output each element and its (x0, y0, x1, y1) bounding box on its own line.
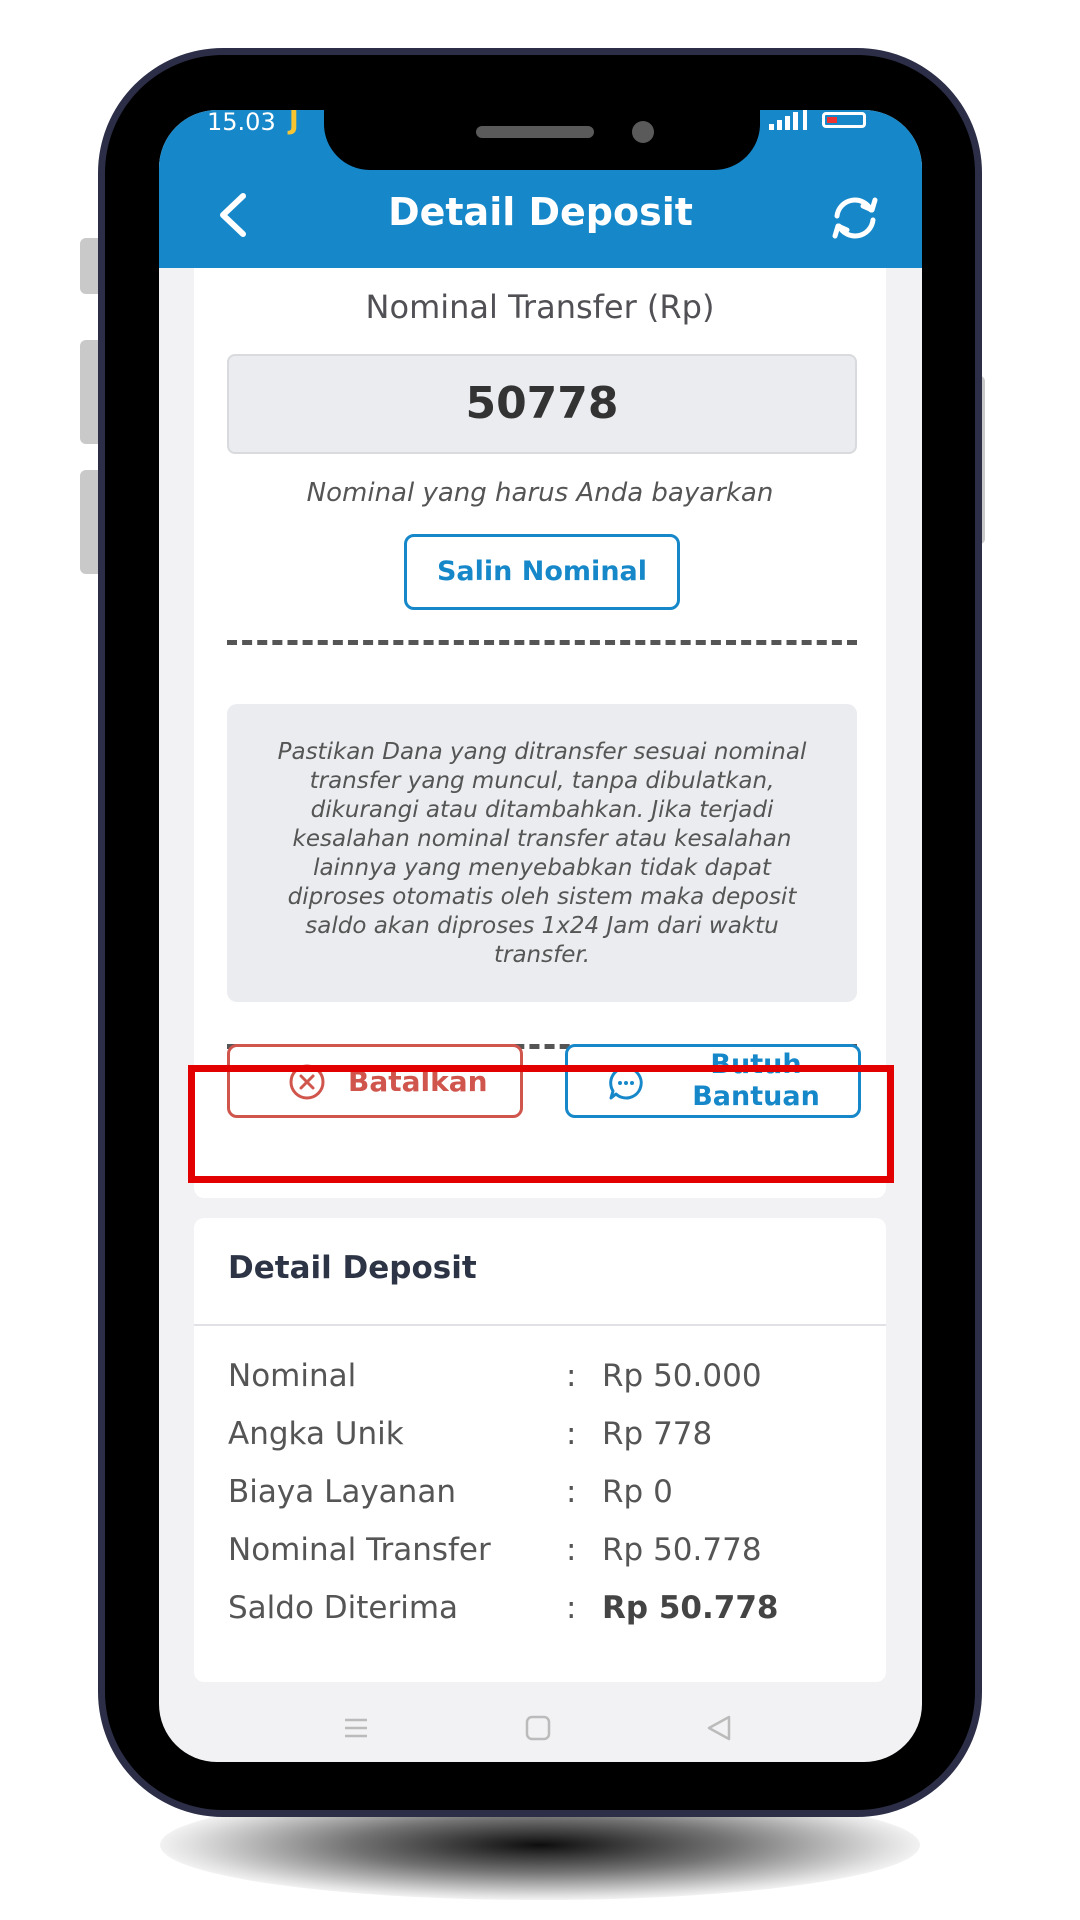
phone-side-button-3 (80, 470, 106, 574)
phone-power-button (975, 376, 985, 544)
notice-line: kesalahan nominal transfer atau kesalaha… (292, 826, 792, 852)
transfer-notice: Pastikan Dana yang ditransfer sesuai nom… (227, 704, 857, 1002)
transfer-amount-field: 50778 (227, 354, 857, 454)
phone-screen: 15.03 J Detail Deposit Nominal Transfer … (159, 110, 922, 1762)
phone-side-button-2 (80, 340, 106, 444)
detail-row: Angka Unik : Rp 778 (228, 1416, 868, 1456)
need-help-button[interactable]: Butuh Bantuan (565, 1044, 861, 1118)
detail-value: Rp 778 (602, 1416, 713, 1452)
detail-separator: : (566, 1532, 577, 1568)
deposit-detail-title: Detail Deposit (228, 1250, 477, 1286)
detail-value: Rp 0 (602, 1474, 673, 1510)
menu-icon[interactable] (342, 1714, 370, 1742)
copy-amount-button[interactable]: Salin Nominal (404, 534, 680, 610)
transfer-amount-hint: Nominal yang harus Anda bayarkan (306, 478, 774, 508)
detail-value: Rp 50.000 (602, 1358, 762, 1394)
back-triangle-icon[interactable] (705, 1714, 733, 1742)
detail-separator: : (566, 1474, 577, 1510)
phone-side-button-1 (80, 238, 106, 294)
detail-key: Angka Unik (228, 1416, 404, 1452)
need-help-label: Butuh Bantuan (666, 1049, 846, 1113)
card-divider (194, 1324, 886, 1326)
notice-line: saldo akan diproses 1x24 Jam dari waktu (305, 913, 779, 939)
deposit-detail-card: Detail Deposit Nominal : Rp 50.000 Angka… (194, 1218, 886, 1682)
need-help-label-line: Bantuan (692, 1081, 820, 1112)
detail-value: Rp 50.778 (602, 1590, 779, 1626)
detail-separator: : (566, 1590, 577, 1626)
close-circle-icon (289, 1064, 325, 1100)
chat-bubble-icon (609, 1066, 643, 1100)
detail-key: Saldo Diterima (228, 1590, 459, 1626)
detail-key: Biaya Layanan (228, 1474, 456, 1510)
transfer-amount-label: Nominal Transfer (Rp) (365, 288, 715, 326)
notice-line: lainnya yang menyebabkan tidak dapat (313, 855, 771, 881)
detail-separator: : (566, 1358, 577, 1394)
need-help-label-line: Butuh (710, 1049, 802, 1080)
detail-row: Nominal : Rp 50.000 (228, 1358, 868, 1398)
cancel-deposit-label: Batalkan (348, 1065, 488, 1098)
notice-line: dikurangi atau ditambahkan. Jika terjadi (310, 797, 774, 823)
notice-line: transfer. (493, 942, 591, 968)
detail-row: Biaya Layanan : Rp 0 (228, 1474, 868, 1514)
phone-camera (632, 121, 654, 143)
page-title: Detail Deposit (388, 190, 693, 234)
detail-row: Saldo Diterima : Rp 50.778 (228, 1590, 868, 1630)
notice-line: diproses otomatis oleh sistem maka depos… (287, 884, 797, 910)
notice-line: transfer yang muncul, tanpa dibulatkan, (309, 768, 775, 794)
divider-dashed (227, 640, 857, 645)
home-square-icon[interactable] (525, 1715, 551, 1741)
system-nav-bar (159, 1714, 922, 1754)
detail-key: Nominal (228, 1358, 357, 1394)
notification-app-icon: J (289, 110, 299, 136)
status-time: 15.03 (207, 110, 276, 136)
detail-key: Nominal Transfer (228, 1532, 491, 1568)
signal-icon (769, 110, 807, 130)
detail-row: Nominal Transfer : Rp 50.778 (228, 1532, 868, 1572)
transfer-card: Nominal Transfer (Rp) 50778 Nominal yang… (194, 268, 886, 1198)
cancel-deposit-button[interactable]: Batalkan (227, 1044, 523, 1118)
phone-speaker (476, 126, 594, 138)
phone-notch (324, 110, 760, 170)
detail-separator: : (566, 1416, 577, 1452)
battery-icon (822, 112, 866, 128)
notice-line: Pastikan Dana yang ditransfer sesuai nom… (277, 739, 807, 765)
detail-value: Rp 50.778 (602, 1532, 762, 1568)
refresh-icon[interactable] (827, 190, 883, 246)
